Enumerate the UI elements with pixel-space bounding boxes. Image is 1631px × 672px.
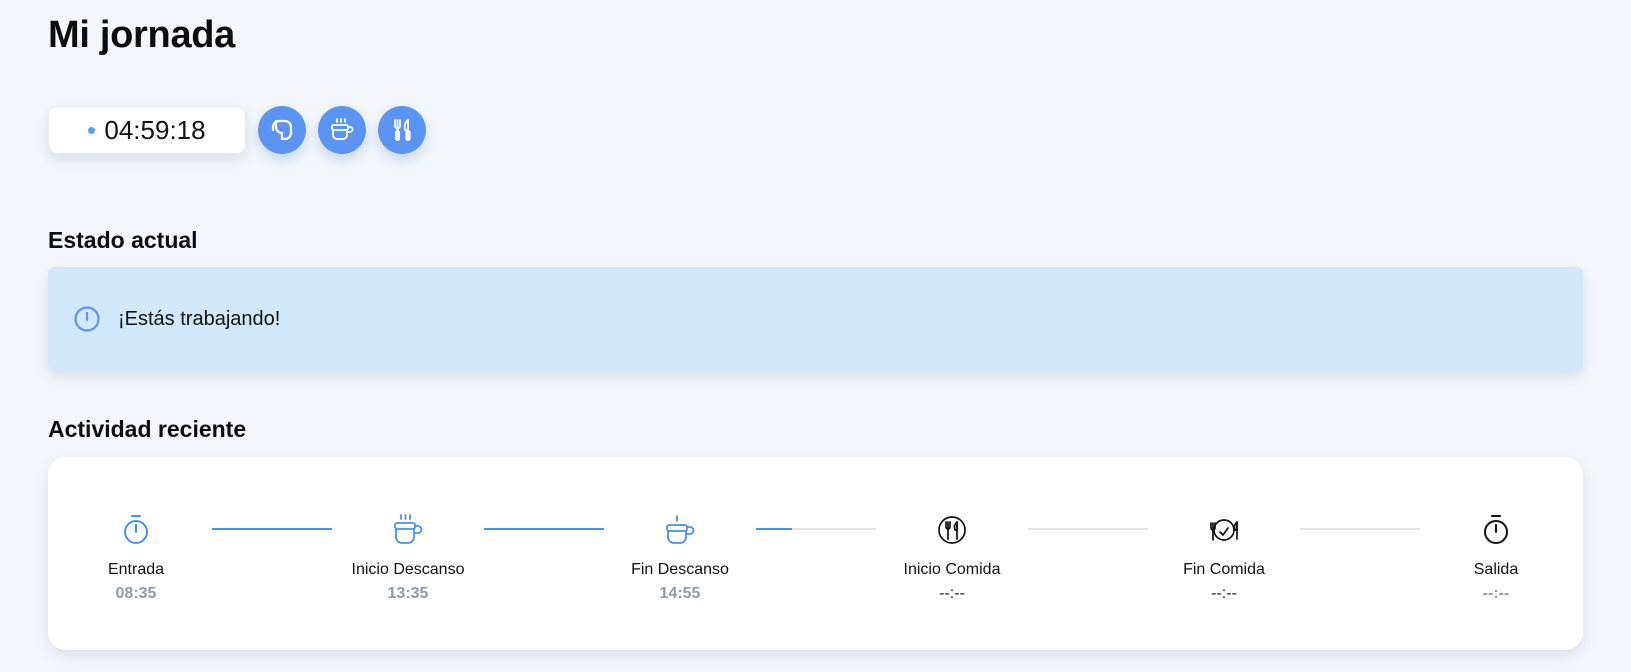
timer-display: 04:59:18 [48,106,246,154]
activity-timeline: Entrada 08:35 Inicio Descanso 13:35 Fin … [48,457,1583,650]
stop-button[interactable] [258,106,306,154]
utensils-icon [394,119,411,141]
coffee-steam-icon [394,514,423,544]
status-alert: ¡Estás trabajando! [48,267,1583,371]
step-time: --:-- [1482,585,1510,602]
step-time: 13:35 [387,585,429,602]
step-label: Inicio Comida [903,561,1001,578]
step-time: 08:35 [115,585,157,602]
stopwatch-icon [124,515,148,544]
break-button[interactable] [318,106,366,154]
timeline-connector [212,528,332,530]
status-dot [88,126,96,134]
step-time: 14:55 [659,585,701,602]
connector-fill [212,528,332,530]
timeline-connector [756,528,876,530]
timer-value: 04:59:18 [104,114,206,145]
timeline-step-fin-descanso: Fin Descanso 14:55 [600,512,760,603]
toolbar: 04:59:18 [48,106,426,154]
timeline-step-salida: Salida --:-- [1416,512,1576,603]
step-time: --:-- [939,585,965,602]
timeline-connector [1300,528,1420,530]
step-time: --:-- [1211,585,1237,602]
timeline-connector [1028,528,1148,530]
connector-fill [756,528,792,530]
stopwatch-icon [1484,515,1508,544]
timeline-step-fin-comida: Fin Comida --:-- [1144,512,1304,603]
plate-icon [938,516,966,544]
lunch-button[interactable] [378,106,426,154]
status-section-title: Estado actual [48,227,198,253]
activity-section-title: Actividad reciente [48,416,247,442]
plate-done-icon [1210,519,1238,541]
coffee-icon [331,118,354,140]
coffee-cup-icon [666,515,695,544]
info-circle-icon [74,306,100,332]
timeline-step-inicio-descanso: Inicio Descanso 13:35 [328,512,488,603]
connector-fill [484,528,604,530]
timeline-step-inicio-comida: Inicio Comida --:-- [872,512,1032,603]
step-label: Entrada [107,561,165,578]
stop-icon [271,119,293,141]
timeline-connector [484,528,604,530]
step-label: Fin Comida [1183,561,1265,578]
step-label: Fin Descanso [631,561,729,578]
page-title: Mi jornada [48,14,236,56]
status-message: ¡Estás trabajando! [118,307,281,330]
step-label: Salida [1473,561,1519,578]
step-label: Inicio Descanso [351,561,465,578]
timeline-step-entrada: Entrada 08:35 [56,512,216,603]
